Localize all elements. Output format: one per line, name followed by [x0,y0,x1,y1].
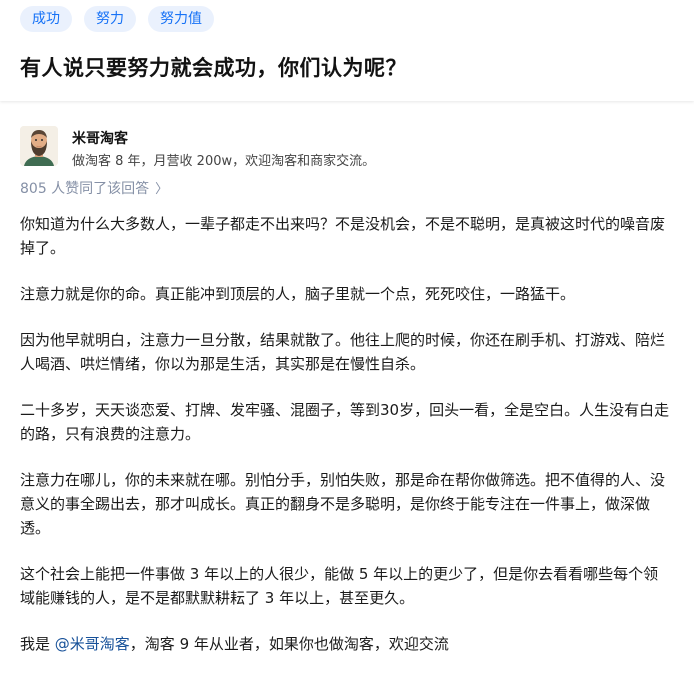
answer-paragraph: 这个社会上能把一件事做 3 年以上的人很少，能做 5 年以上的更少了，但是你去看… [20,565,659,607]
topic-tag-effort[interactable]: 努力 [84,6,136,32]
answer-paragraph: 你知道为什么大多数人，一辈子都走不出来吗？不是没机会，不是不聪明，是真被这时代的… [20,215,666,257]
answer-paragraph: 二十多岁，天天谈恋爱、打牌、发牢骚、混圈子，等到30岁，回头一看，全是空白。人生… [20,401,670,443]
author-bio: 做淘客 8 年，月营收 200w，欢迎淘客和商家交流。 [72,154,376,169]
author-avatar[interactable] [20,126,58,166]
chevron-right-icon: 〉 [155,182,169,197]
topic-tag-success[interactable]: 成功 [20,6,72,32]
question-title[interactable]: 有人说只要努力就会成功，你们认为呢？ [20,52,407,82]
answer-paragraph: 因为他早就明白，注意力一旦分散，结果就散了。他往上爬的时候，你还在刷手机、打游戏… [20,331,666,373]
answer-content: 你知道为什么大多数人，一辈子都走不出来吗？不是没机会，不是不聪明，是真被这时代的… [20,212,672,678]
upvote-text: 805 人赞同了该回答 [20,181,150,197]
topic-tag-effort-value[interactable]: 努力值 [148,6,214,32]
answer-closing: 我是 @米哥淘客，淘客 9 年从业者，如果你也做淘客，欢迎交流 [20,632,672,656]
topic-tags: 成功 努力 努力值 [20,6,214,32]
closing-suffix: ，淘客 9 年从业者，如果你也做淘客，欢迎交流 [129,635,449,653]
answer-paragraph: 注意力在哪儿，你的未来就在哪。别怕分手，别怕失败，那是命在帮你做筛选。把不值得的… [20,471,666,537]
question-header: 成功 努力 努力值 有人说只要努力就会成功，你们认为呢？ [0,0,694,101]
answer-page: 成功 努力 努力值 有人说只要努力就会成功，你们认为呢？ 米哥淘客 做淘客 8 … [0,0,694,670]
answer-paragraph: 注意力就是你的命。真正能冲到顶层的人，脑子里就一个点，死死咬住，一路猛干。 [20,285,576,303]
upvote-count[interactable]: 805 人赞同了该回答〉 [20,178,168,198]
closing-prefix: 我是 [20,635,55,653]
bearded-man-avatar-icon [20,126,58,166]
author-name[interactable]: 米哥淘客 [72,128,128,148]
author-info: 米哥淘客 做淘客 8 年，月营收 200w，欢迎淘客和商家交流。 [20,126,680,174]
author-mention-link[interactable]: @米哥淘客 [55,635,130,653]
